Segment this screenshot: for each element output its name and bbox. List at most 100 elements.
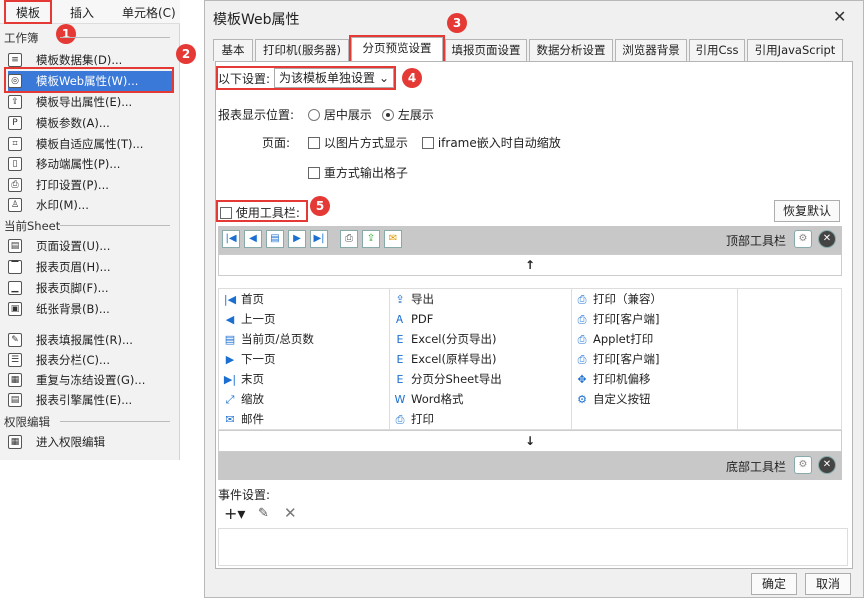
add-icon[interactable]: +▾ bbox=[224, 504, 245, 523]
menu-item[interactable]: ▣ 纸张背景(B)... bbox=[8, 299, 172, 319]
toolbar-button-option[interactable]: ⎙ Applet打印 bbox=[575, 329, 654, 349]
radio-icon bbox=[308, 109, 320, 121]
event-list[interactable] bbox=[218, 528, 848, 566]
event-settings-label: 事件设置: bbox=[218, 488, 271, 502]
menu-item[interactable]: ▯ 移动端属性(P)... bbox=[8, 154, 172, 174]
menu-item-label: 报表引擎属性(E)... bbox=[36, 393, 133, 407]
restore-default-button[interactable]: 恢复默认 bbox=[774, 200, 840, 222]
close-icon[interactable]: ✕ bbox=[833, 7, 846, 26]
toolbar-button-option[interactable]: |◀ 首页 bbox=[223, 289, 264, 309]
menu-item-label: 进入权限编辑 bbox=[36, 435, 105, 449]
edit-icon[interactable]: ✎ bbox=[258, 506, 269, 521]
option-icon: E bbox=[396, 373, 404, 386]
export-icon[interactable]: ⇪ bbox=[362, 230, 380, 248]
toolbar-button-option[interactable]: ⤢ 缩放 bbox=[223, 389, 264, 409]
menu-item[interactable]: ◎ 模板Web属性(W)... bbox=[8, 71, 172, 91]
menu-item-label: 模板参数(A)... bbox=[36, 116, 110, 130]
menu-cell[interactable]: 单元格(C) bbox=[122, 4, 176, 21]
toolbar-button-option[interactable]: ⇪ 导出 bbox=[393, 289, 434, 309]
print-icon[interactable]: ⎙ bbox=[340, 230, 358, 248]
option-label: 打印[客户端] bbox=[593, 352, 660, 366]
menu-item-label: 报表填报属性(R)... bbox=[36, 333, 133, 347]
radio-center[interactable]: 居中展示 bbox=[308, 106, 372, 123]
toolbar-button-option[interactable]: ✉ 邮件 bbox=[223, 409, 264, 429]
tab-fill-page[interactable]: 填报页面设置 bbox=[445, 39, 527, 61]
toolbar-button-option[interactable]: ▶| 末页 bbox=[223, 369, 264, 389]
menu-item[interactable]: ⌗ 模板自适应属性(T)... bbox=[8, 134, 172, 154]
menu-item[interactable]: ▁ 报表页脚(F)... bbox=[8, 278, 172, 298]
toolbar-button-option[interactable]: Ꭺ PDF bbox=[393, 309, 433, 329]
move-up-arrow-icon[interactable]: ↑ bbox=[218, 254, 842, 276]
prev-page-icon[interactable]: ◀ bbox=[244, 230, 262, 248]
menu-item[interactable]: ▔ 报表页眉(H)... bbox=[8, 257, 172, 277]
tab-data-analysis[interactable]: 数据分析设置 bbox=[529, 39, 613, 61]
radio-left[interactable]: 左展示 bbox=[382, 106, 434, 123]
last-page-icon[interactable]: ▶| bbox=[310, 230, 328, 248]
ok-button[interactable]: 确定 bbox=[751, 573, 797, 595]
menu-item[interactable]: ▤ 报表引擎属性(E)... bbox=[8, 390, 172, 410]
menu-item[interactable]: ▦ 进入权限编辑 bbox=[8, 432, 172, 452]
move-down-arrow-icon[interactable]: ↓ bbox=[218, 430, 842, 452]
cancel-button[interactable]: 取消 bbox=[805, 573, 851, 595]
menu-item[interactable]: ♙ 水印(M)... bbox=[8, 195, 172, 215]
toolbar-button-option[interactable]: E Excel(分页导出) bbox=[393, 329, 497, 349]
option-icon: W bbox=[394, 393, 406, 406]
toolbar-button-option[interactable]: ▶ 下一页 bbox=[223, 349, 276, 369]
menu-item[interactable]: P 模板参数(A)... bbox=[8, 113, 172, 133]
first-page-icon[interactable]: |◀ bbox=[222, 230, 240, 248]
option-icon: Ꭺ bbox=[396, 313, 404, 326]
option-label: 首页 bbox=[241, 292, 264, 306]
option-icon: ▤ bbox=[224, 333, 236, 346]
option-label: 打印（兼容） bbox=[593, 292, 662, 306]
tab-javascript[interactable]: 引用JavaScript bbox=[747, 39, 843, 61]
toolbar-button-option[interactable]: ✥ 打印机偏移 bbox=[575, 369, 650, 389]
toolbar-button-option[interactable]: ⎙ 打印[客户端] bbox=[575, 309, 660, 329]
tab-browser-bg[interactable]: 浏览器背景 bbox=[615, 39, 687, 61]
menu-item[interactable]: ▦ 重复与冻结设置(G)... bbox=[8, 370, 172, 390]
section-sheet: 当前Sheet bbox=[4, 219, 171, 233]
toolbar-button-option[interactable]: E 分页分Sheet导出 bbox=[393, 369, 502, 389]
menu-item[interactable]: ⎙ 打印设置(P)... bbox=[8, 175, 172, 195]
tab-basic[interactable]: 基本 bbox=[213, 39, 253, 61]
permission-icon: ▦ bbox=[8, 435, 22, 449]
option-label: 打印 bbox=[411, 412, 434, 426]
freeze-icon: ▦ bbox=[8, 373, 22, 387]
menu-insert[interactable]: 插入 bbox=[70, 4, 94, 21]
checkbox-iframe-zoom[interactable]: iframe嵌入时自动缩放 bbox=[422, 134, 561, 151]
tab-printer[interactable]: 打印机(服务器) bbox=[255, 39, 349, 61]
toolbar-button-option[interactable]: ⚙ 自定义按钮 bbox=[575, 389, 650, 409]
toolbar-button-option[interactable]: W Word格式 bbox=[393, 389, 464, 409]
template-menu-pane: 模板 插入 单元格(C) 1 工作簿 当前Sheet 权限编辑 2 ≡ 模板数据集… bbox=[0, 0, 196, 460]
menu-item[interactable]: ☰ 报表分栏(C)... bbox=[8, 350, 172, 370]
toolbar-button-option[interactable]: ⎙ 打印（兼容） bbox=[575, 289, 662, 309]
toolbar-button-option[interactable]: ⎙ 打印 bbox=[393, 409, 434, 429]
checkbox-image-display[interactable]: 以图片方式显示 bbox=[308, 134, 408, 151]
gear-icon[interactable]: ⚙ bbox=[794, 230, 812, 248]
section-workbook: 工作簿 bbox=[4, 31, 168, 45]
close-icon[interactable]: ✕ bbox=[818, 456, 836, 474]
option-icon: ⎙ bbox=[577, 313, 587, 326]
checkbox-label: iframe嵌入时自动缩放 bbox=[437, 136, 561, 150]
page-count-icon[interactable]: ▤ bbox=[266, 230, 284, 248]
option-icon: ✉ bbox=[225, 413, 235, 426]
close-icon[interactable]: ✕ bbox=[818, 230, 836, 248]
menu-item[interactable]: ✎ 报表填报属性(R)... bbox=[8, 330, 172, 350]
next-page-icon[interactable]: ▶ bbox=[288, 230, 306, 248]
menu-item-label: 报表分栏(C)... bbox=[36, 353, 110, 367]
toolbar-button-option[interactable]: ⎙ 打印[客户端] bbox=[575, 349, 660, 369]
tab-css[interactable]: 引用Css bbox=[689, 39, 745, 61]
menu-item[interactable]: ⇪ 模板导出属性(E)... bbox=[8, 92, 172, 112]
menu-item[interactable]: ▤ 页面设置(U)... bbox=[8, 236, 172, 256]
gear-icon[interactable]: ⚙ bbox=[794, 456, 812, 474]
mobile-icon: ▯ bbox=[8, 157, 22, 171]
toolbar-button-option[interactable]: ▤ 当前页/总页数 bbox=[223, 329, 314, 349]
mail-icon[interactable]: ✉ bbox=[384, 230, 402, 248]
button-grid: |◀ 首页 ◀ 上一页 ▤ 当前页/总页数 ▶ 下一页 ▶| 末页 ⤢ 缩放 ✉ 邮件 ⇪ 导出 Ꭺ PDF E Ex… bbox=[218, 288, 842, 430]
toolbar-button-option[interactable]: ◀ 上一页 bbox=[223, 309, 276, 329]
toolbar-button-option[interactable]: E Excel(原样导出) bbox=[393, 349, 497, 369]
menu-item-label: 模板自适应属性(T)... bbox=[36, 137, 144, 151]
highlight-box bbox=[216, 200, 308, 222]
delete-icon[interactable]: ✕ bbox=[284, 504, 297, 522]
menu-item[interactable]: ≡ 模板数据集(D)... bbox=[8, 50, 172, 70]
checkbox-output-grid[interactable]: 重方式输出格子 bbox=[308, 164, 408, 181]
